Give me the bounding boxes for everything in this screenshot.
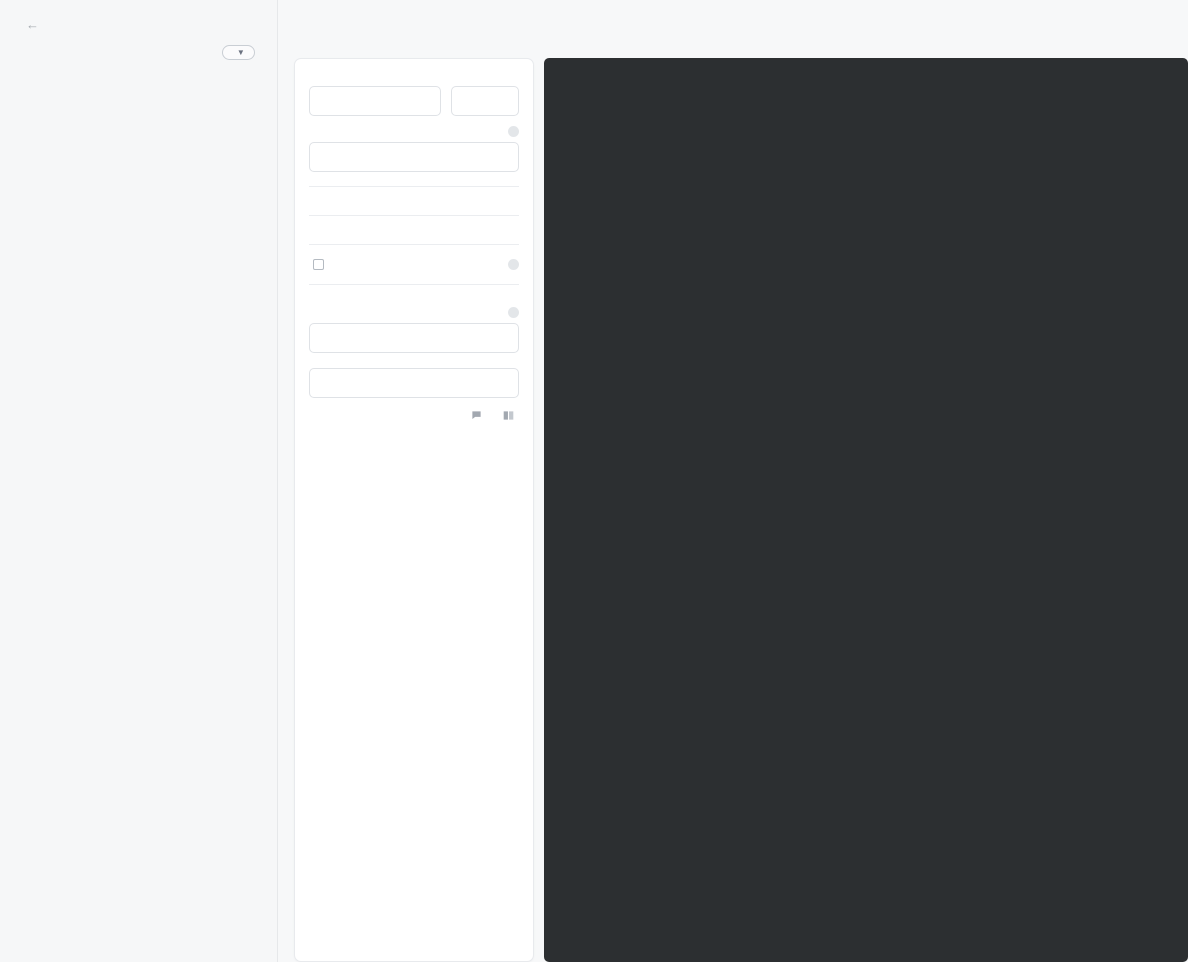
baseuri-field-wrap	[295, 142, 533, 172]
upgradeability-section-heading	[295, 259, 533, 270]
wizard-toolbar	[294, 14, 1182, 52]
name-input[interactable]	[309, 86, 441, 116]
settings-panel	[294, 58, 534, 962]
docs-link[interactable]	[503, 410, 519, 421]
docs-sidebar: ← ▼	[0, 0, 278, 962]
name-field-group	[309, 81, 441, 116]
forum-icon	[472, 411, 481, 419]
symbol-input[interactable]	[451, 86, 519, 116]
code-preview-panel[interactable]	[544, 58, 1188, 962]
license-input[interactable]	[309, 368, 519, 398]
chevron-down-icon: ▼	[236, 48, 245, 57]
main-area	[278, 0, 1188, 962]
security-contact-input[interactable]	[309, 323, 519, 353]
symbol-field-group	[451, 81, 519, 116]
wizard-app: ← ▼	[0, 0, 1188, 962]
settings-footer-links	[295, 398, 533, 421]
forum-link[interactable]	[471, 410, 487, 421]
wizard-body	[294, 58, 1188, 962]
divider	[309, 284, 519, 285]
security-field-wrap	[295, 323, 533, 353]
home-link[interactable]: ←	[0, 16, 277, 31]
info-icon[interactable]	[508, 126, 519, 137]
divider	[309, 186, 519, 187]
license-field-wrap	[295, 368, 533, 398]
baseuri-input[interactable]	[309, 142, 519, 172]
version-selector[interactable]: ▼	[221, 45, 255, 60]
solidity-code	[545, 59, 1187, 73]
divider	[309, 215, 519, 216]
docs-icon	[503, 411, 514, 420]
back-arrow-icon: ←	[26, 17, 40, 32]
sidebar-header: ▼	[0, 45, 277, 60]
baseuri-label-row	[295, 126, 533, 137]
security-label-row	[295, 307, 533, 318]
info-icon[interactable]	[508, 259, 519, 270]
info-icon[interactable]	[508, 307, 519, 318]
divider	[309, 244, 519, 245]
upgradeability-checkbox[interactable]	[313, 259, 324, 270]
name-symbol-row	[295, 81, 533, 116]
